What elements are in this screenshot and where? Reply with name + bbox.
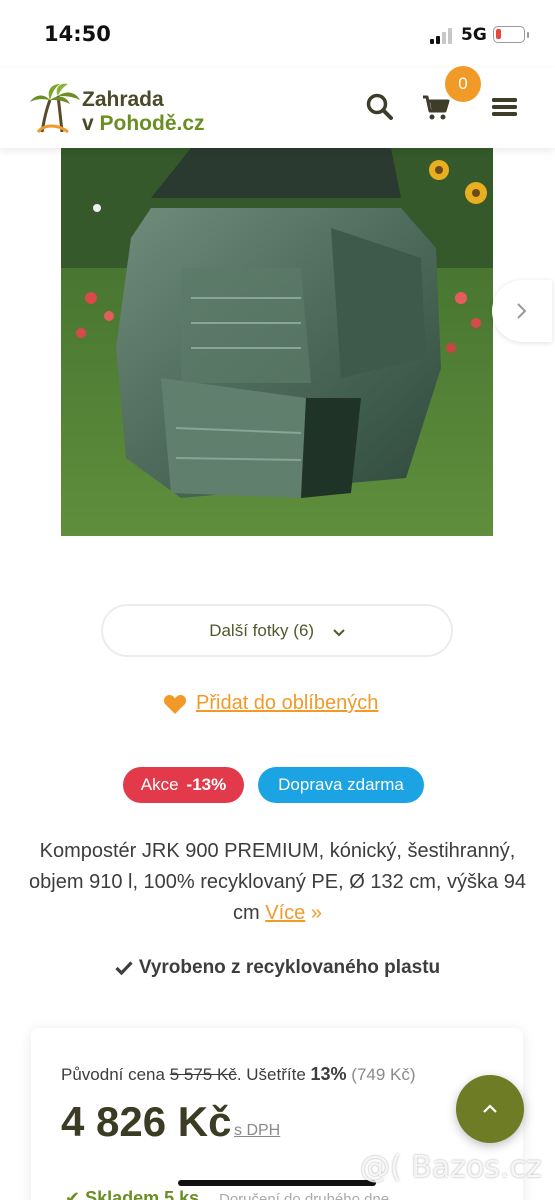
network-label: 5G xyxy=(461,25,487,45)
saving-amount: (749 Kč) xyxy=(351,1065,416,1084)
cart-count-badge[interactable]: 0 xyxy=(445,66,481,102)
palm-logo-icon xyxy=(30,83,80,134)
home-indicator[interactable] xyxy=(178,1180,376,1186)
more-link[interactable]: Více xyxy=(265,902,305,924)
watermark: @( Bazos.cz xyxy=(360,1150,542,1185)
chevron-down-icon xyxy=(333,607,345,656)
stock-status: ✔ Skladem 5 ks xyxy=(65,1188,199,1200)
product-image[interactable] xyxy=(61,148,493,536)
scroll-to-top-button[interactable] xyxy=(456,1075,524,1143)
product-description: Kompostér JRK 900 PREMIUM, kónický, šest… xyxy=(24,836,531,929)
more-photos-button[interactable]: Další fotky (6) xyxy=(101,604,453,657)
original-price: 5 575 Kč xyxy=(169,1065,237,1084)
heart-icon xyxy=(163,695,187,714)
original-price-line: Původní cena 5 575 Kč. Ušetříte 13% (749… xyxy=(61,1064,416,1084)
saving-percent: 13% xyxy=(310,1064,347,1084)
battery-icon xyxy=(493,26,529,43)
vat-label[interactable]: s DPH xyxy=(234,1122,280,1140)
gallery-next-button[interactable] xyxy=(492,280,552,342)
check-icon: ✔ xyxy=(65,1188,86,1200)
signal-icon xyxy=(430,28,454,44)
search-icon[interactable] xyxy=(365,92,397,124)
site-logo[interactable]: Zahrada v Pohodě.cz xyxy=(30,82,230,135)
more-photos-label: Další fotky (6) xyxy=(209,621,315,640)
sale-badge: Akce -13% xyxy=(123,767,244,803)
current-price: 4 826 Kč xyxy=(61,1098,232,1145)
delivery-note: Doručení do druhého dne xyxy=(219,1191,390,1200)
chevron-up-icon xyxy=(483,1104,497,1113)
favourites-label: Přidat do oblíbených xyxy=(196,692,379,714)
recycled-note: Vyrobeno z recyklovaného plastu xyxy=(0,957,555,981)
logo-subtext: v Pohodě.cz xyxy=(82,112,205,135)
check-icon xyxy=(115,959,133,981)
status-time: 14:50 xyxy=(44,22,111,46)
logo-text: Zahrada xyxy=(82,88,164,111)
site-header: Zahrada v Pohodě.cz 0 xyxy=(0,66,555,148)
cart-icon[interactable] xyxy=(421,92,453,124)
free-shipping-badge: Doprava zdarma xyxy=(258,767,424,803)
double-chevron-icon: » xyxy=(305,902,322,924)
menu-icon[interactable] xyxy=(492,92,524,124)
status-bar: 14:50 5G xyxy=(0,0,555,68)
chevron-right-icon xyxy=(517,303,527,319)
